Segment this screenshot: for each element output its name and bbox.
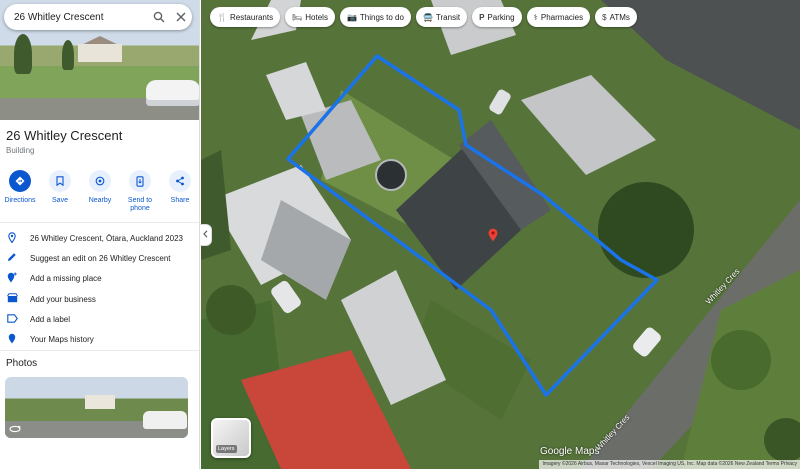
layers-label: Layers	[216, 445, 237, 453]
save-label: Save	[52, 197, 68, 204]
satellite-map[interactable]	[201, 0, 800, 469]
street-view-photo[interactable]	[5, 377, 188, 438]
transit-icon: 🚍	[422, 12, 433, 22]
search-icon[interactable]	[148, 6, 170, 28]
add-missing-place-row[interactable]: Add a missing place	[0, 269, 199, 289]
chip-transit[interactable]: 🚍 Transit	[415, 7, 468, 27]
chip-label: ATMs	[609, 12, 630, 22]
share-icon	[169, 170, 191, 192]
photos-heading: Photos	[6, 358, 38, 369]
chip-things-to-do[interactable]: 📷 Things to do	[339, 7, 411, 27]
send-to-phone-label: Send to phone	[127, 197, 153, 213]
save-button[interactable]: Save	[41, 170, 79, 214]
location-pin-marker[interactable]	[488, 228, 498, 242]
atm-icon: $	[602, 12, 607, 22]
label-icon	[6, 314, 18, 325]
hotel-icon: 🛏	[292, 12, 303, 22]
chip-label: Transit	[435, 12, 461, 22]
share-label: Share	[170, 197, 190, 204]
satellite-imagery	[201, 0, 800, 469]
collapse-panel-button[interactable]	[200, 224, 212, 246]
chip-hotels[interactable]: 🛏 Hotels	[285, 7, 335, 27]
house-shape	[85, 395, 115, 409]
street-view-360-icon	[9, 425, 21, 435]
divider	[0, 222, 199, 223]
car-shape	[143, 411, 187, 429]
bookmark-icon	[49, 170, 71, 192]
car-shape	[146, 80, 199, 106]
edit-pencil-icon	[6, 252, 18, 264]
address-row[interactable]: 26 Whitley Crescent, Ōtara, Auckland 202…	[0, 228, 199, 248]
tree-decor	[62, 40, 74, 70]
place-title: 26 Whitley Crescent	[6, 128, 123, 143]
suggest-edit-row[interactable]: Suggest an edit on 26 Whitley Crescent	[0, 248, 199, 268]
pharmacy-icon: ⚕	[533, 12, 538, 22]
chip-atms[interactable]: $ ATMs	[595, 7, 637, 27]
directions-button[interactable]: Directions	[1, 170, 39, 214]
address-text: 26 Whitley Crescent, Ōtara, Auckland 202…	[30, 233, 183, 243]
history-icon	[6, 333, 18, 346]
chip-label: Restaurants	[229, 12, 274, 22]
place-category: Building	[6, 146, 35, 155]
add-business-row[interactable]: Add your business	[0, 289, 199, 309]
add-label-text: Add a label	[30, 314, 71, 324]
maps-history-row[interactable]: Your Maps history	[0, 329, 199, 349]
tree-decor	[14, 34, 32, 74]
nearby-label: Nearby	[88, 197, 112, 204]
house-shape	[78, 44, 122, 62]
restaurant-icon: 🍴	[217, 12, 227, 22]
directions-label: Directions	[4, 197, 36, 204]
location-pin-icon	[6, 231, 18, 245]
action-bar: Directions Save Nearby Send to phone Sha…	[0, 170, 199, 214]
directions-icon	[9, 170, 31, 192]
search-input[interactable]: 26 Whitley Crescent	[14, 12, 148, 23]
send-to-phone-button[interactable]: Send to phone	[121, 170, 159, 214]
chip-parking[interactable]: P Parking	[472, 7, 522, 27]
chip-label: Parking	[487, 12, 515, 22]
google-maps-logo: Google Maps	[540, 446, 600, 457]
camera-icon: 📷	[346, 12, 357, 22]
chip-label: Things to do	[359, 12, 404, 22]
business-icon	[6, 293, 18, 305]
place-panel: 26 Whitley Crescent 26 Whitley Crescent …	[0, 0, 200, 469]
nearby-icon	[89, 170, 111, 192]
category-chips: 🍴 Restaurants 🛏 Hotels 📷 Things to do 🚍 Tran…	[210, 7, 637, 27]
share-button[interactable]: Share	[161, 170, 199, 214]
maps-history-text: Your Maps history	[30, 335, 94, 345]
phone-icon	[129, 170, 151, 192]
parking-icon: P	[479, 12, 485, 22]
search-box[interactable]: 26 Whitley Crescent	[4, 4, 192, 30]
divider	[0, 350, 199, 351]
add-missing-place-text: Add a missing place	[30, 274, 102, 284]
map-attribution[interactable]: Imagery ©2026 Airbus, Maxar Technologies…	[539, 460, 800, 469]
chip-restaurants[interactable]: 🍴 Restaurants	[210, 7, 281, 27]
chevron-left-icon	[203, 230, 208, 240]
chip-label: Hotels	[305, 12, 328, 22]
suggest-edit-text: Suggest an edit on 26 Whitley Crescent	[30, 253, 171, 263]
chip-pharmacies[interactable]: ⚕ Pharmacies	[526, 7, 591, 27]
nearby-button[interactable]: Nearby	[81, 170, 119, 214]
add-place-icon	[6, 272, 18, 285]
add-label-row[interactable]: Add a label	[0, 309, 199, 329]
add-business-text: Add your business	[30, 294, 96, 304]
info-list: 26 Whitley Crescent, Ōtara, Auckland 202…	[0, 228, 199, 350]
layers-button[interactable]: Layers	[211, 418, 251, 458]
chip-label: Pharmacies	[540, 12, 584, 22]
close-icon[interactable]	[170, 6, 192, 28]
